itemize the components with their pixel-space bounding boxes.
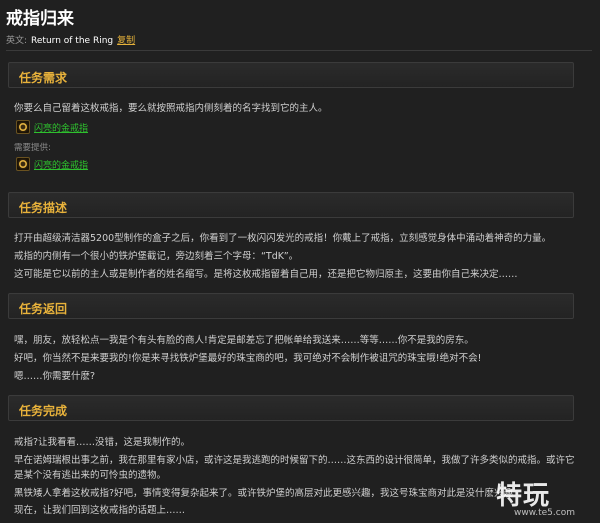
complete-line: 现在，让我们回到这枚戒指的话题上…… xyxy=(14,505,186,516)
section-title-requirement: 任务需求 xyxy=(19,71,68,85)
english-name-label: 英文: xyxy=(6,36,28,46)
description-line: 这可能是它以前的主人或是制作者的姓名缩写。是将这枚戒指留着自己用，还是把它物归原… xyxy=(14,269,518,280)
section-header-complete: 任务完成 xyxy=(8,395,574,421)
complete-line: 戒指?让我看看……没错，这是我制作的。 xyxy=(14,437,191,448)
return-line: 嗯……你需要什麽? xyxy=(14,371,96,382)
watermark-url: www.te5.com xyxy=(514,508,575,518)
section-title-complete: 任务完成 xyxy=(19,404,68,418)
provided-item[interactable]: 闪亮的金戒指 xyxy=(16,157,88,171)
section-title-return: 任务返回 xyxy=(19,302,68,316)
item-link-shiny-gold-ring-provided[interactable]: 闪亮的金戒指 xyxy=(34,158,88,171)
site-watermark: 特玩 www.te5.com xyxy=(496,475,592,519)
section-title-description: 任务描述 xyxy=(19,201,68,215)
watermark-logo: 特玩 xyxy=(496,481,551,511)
provided-label: 需要提供: xyxy=(14,143,51,153)
requirement-item[interactable]: 闪亮的金戒指 xyxy=(16,120,88,134)
requirement-text: 你要么自己留着这枚戒指，要么就按照戒指内侧刻着的名字找到它的主人。 xyxy=(14,103,328,114)
page-title: 戒指归来 xyxy=(6,9,74,29)
ring-icon xyxy=(16,120,30,134)
section-header-description: 任务描述 xyxy=(8,192,574,218)
description-line: 戒指的内侧有一个很小的铁炉堡截记，旁边刻着三个字母：“TdK”。 xyxy=(14,251,299,262)
header-divider xyxy=(6,50,592,51)
copy-link[interactable]: 复制 xyxy=(117,33,135,46)
description-line: 打开由超级清洁器5200型制作的盒子之后，你看到了一枚闪闪发光的戒指！你戴上了戒… xyxy=(14,233,552,244)
english-name-row: 英文: Return of the Ring 复制 xyxy=(6,33,135,46)
return-line: 好吧，你当然不是来要我的!你是来寻找铁炉堡最好的珠宝商的吧，我可绝对不会制作被诅… xyxy=(14,353,482,364)
english-name: Return of the Ring xyxy=(31,36,114,46)
complete-line: 早在诺姆瑞根出事之前，我在那里有家小店，或许这是我逃跑的时候留下的……这东西的设… xyxy=(14,455,575,466)
section-header-return: 任务返回 xyxy=(8,293,574,319)
item-link-shiny-gold-ring[interactable]: 闪亮的金戒指 xyxy=(34,121,88,134)
complete-line: 黑铁矮人拿着这枚戒指?好吧，事情变得复杂起来了。或许铁炉堡的高层对此更感兴趣，我… xyxy=(14,488,514,499)
ring-icon xyxy=(16,157,30,171)
section-header-requirement: 任务需求 xyxy=(8,62,574,88)
complete-line: 是某个没有逃出来的可怜虫的遗物。 xyxy=(14,470,167,481)
return-line: 嘿，朋友，放轻松点一我是个有头有脸的商人!肯定是邮差忘了把帐单给我送来……等等…… xyxy=(14,335,474,346)
